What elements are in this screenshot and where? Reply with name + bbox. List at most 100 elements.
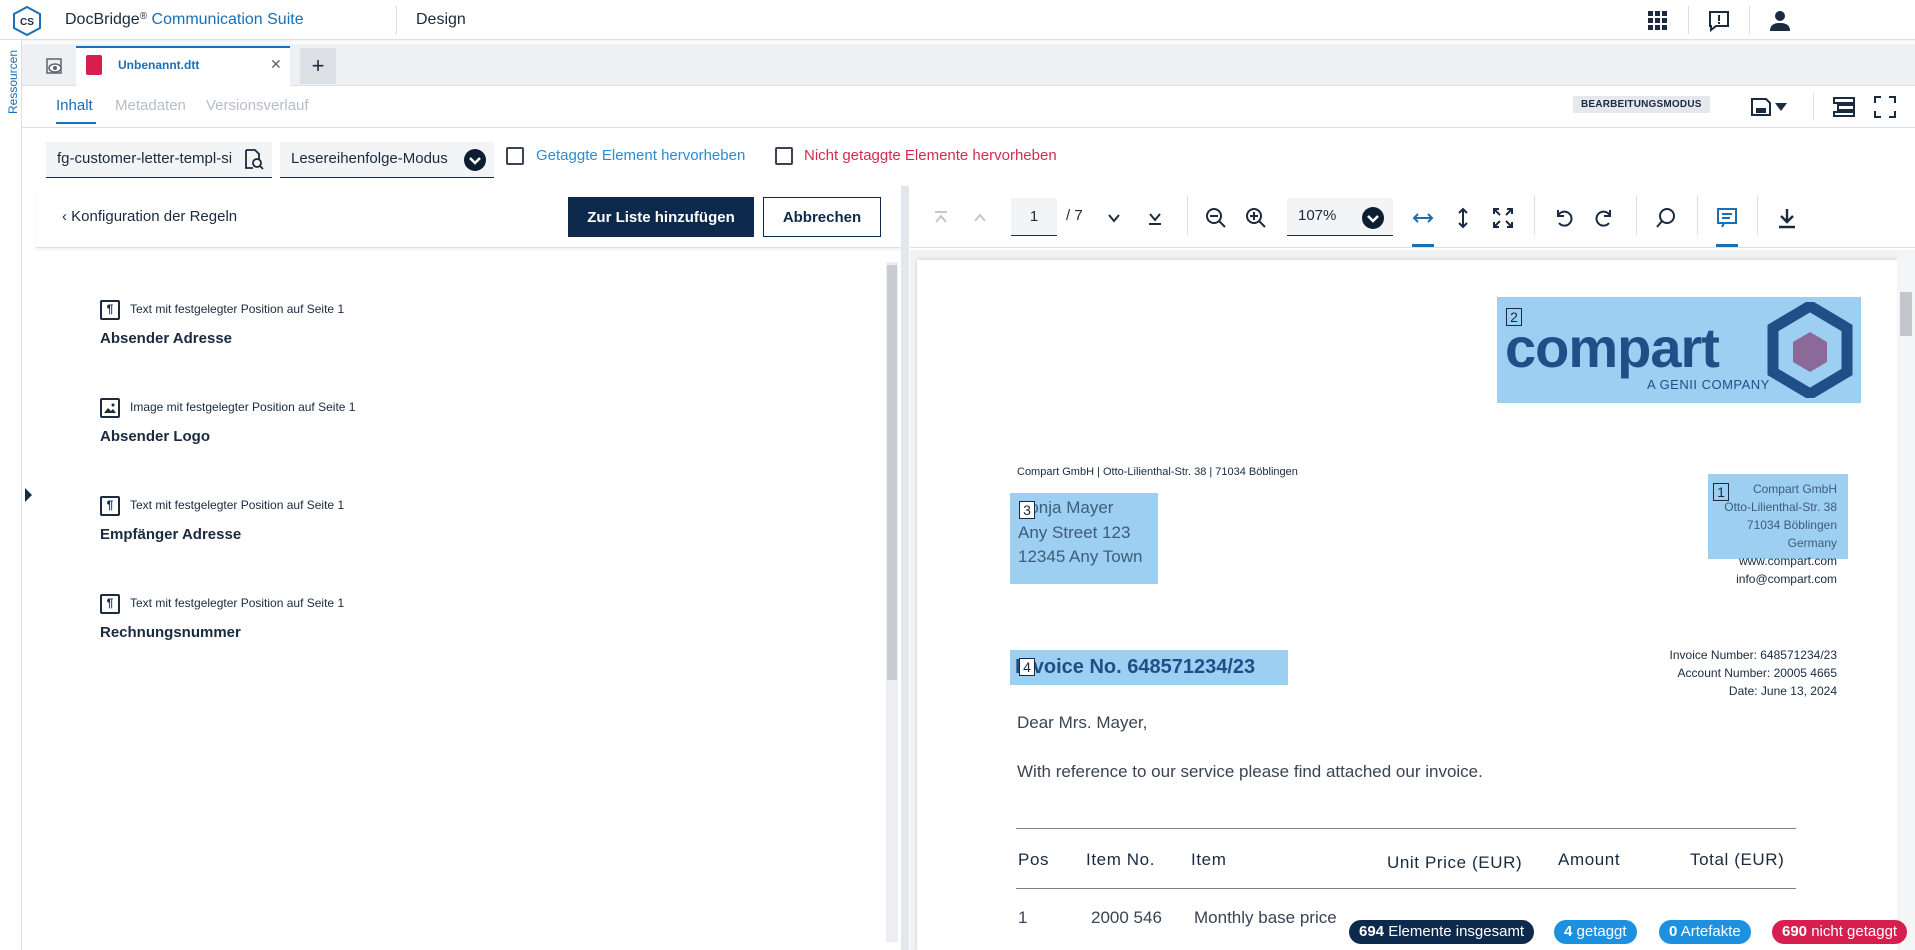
fit-width-icon[interactable] — [1410, 205, 1436, 231]
image-icon — [100, 398, 120, 418]
recipient-line: Any Street 123 — [1018, 523, 1131, 542]
rule-item[interactable]: ¶ Text mit festgelegter Position auf Sei… — [100, 594, 700, 664]
fit-page-icon[interactable] — [1490, 205, 1516, 231]
tag-order-number: 2 — [1506, 308, 1522, 326]
invoice-meta-line: Invoice Number: 648571234/23 — [1669, 648, 1837, 662]
back-link[interactable]: ‹ Konfiguration der Regeln — [62, 208, 237, 225]
compart-hexagon-logo-icon — [1767, 299, 1853, 401]
template-filter-value[interactable]: fg-customer-letter-templ-si — [57, 150, 237, 167]
divider — [1757, 195, 1758, 235]
invoice-meta-line: Date: June 13, 2024 — [1728, 684, 1837, 698]
chevron-down-icon[interactable] — [464, 149, 486, 171]
rotate-left-icon[interactable] — [1551, 205, 1577, 231]
zoom-out-icon[interactable] — [1203, 205, 1229, 231]
download-icon[interactable] — [1774, 205, 1800, 231]
chevron-down-icon — [1775, 103, 1787, 111]
search-icon[interactable] — [1653, 205, 1679, 231]
tab-versionsverlauf[interactable]: Versionsverlauf — [206, 97, 309, 114]
table-cell: 1 — [1018, 908, 1028, 927]
table-rule — [1016, 888, 1796, 889]
tab-inhalt[interactable]: Inhalt — [56, 97, 93, 114]
file-search-icon[interactable] — [242, 148, 264, 170]
save-dropdown-button[interactable] — [1750, 95, 1794, 119]
reading-mode-value[interactable]: Lesereihenfolge-Modus — [291, 150, 448, 167]
document-file-icon — [86, 55, 102, 75]
add-to-list-button[interactable]: Zur Liste hinzufügen — [568, 197, 754, 237]
divider — [1697, 195, 1698, 235]
sender-return-address: Compart GmbH | Otto-Lilienthal-Str. 38 |… — [1017, 466, 1298, 478]
first-page-icon[interactable] — [928, 205, 954, 231]
tag-order-number: 1 — [1713, 483, 1729, 501]
rule-item[interactable]: ¶ Text mit festgelegter Position auf Sei… — [100, 496, 700, 566]
paragraph-icon: ¶ — [100, 300, 120, 320]
divider — [1534, 195, 1535, 235]
table-cell: 2000 546 — [1091, 908, 1162, 927]
recipient-line: 12345 Any Town — [1018, 547, 1143, 566]
rule-subtitle: Image mit festgelegter Position auf Seit… — [130, 400, 356, 414]
user-icon[interactable] — [1767, 8, 1793, 34]
resources-rail-label[interactable]: Ressourcen — [6, 47, 20, 117]
divider — [1688, 6, 1689, 34]
tab-document-label[interactable]: Unbenannt.dtt — [118, 58, 199, 72]
fullscreen-icon[interactable] — [1873, 95, 1897, 122]
company-line: Germany — [1787, 536, 1837, 550]
app-logo-icon: CS — [12, 5, 42, 37]
highlight-tagged-label[interactable]: Getaggte Element hervorheben — [536, 147, 745, 164]
previous-page-icon[interactable] — [967, 205, 993, 231]
divider — [1749, 6, 1750, 34]
layout-icon[interactable] — [1832, 95, 1856, 122]
highlight-untagged-checkbox[interactable] — [775, 147, 793, 165]
feedback-icon[interactable] — [1706, 8, 1732, 34]
table-header-cell: Unit Price (EUR) — [1387, 853, 1523, 872]
table-header-cell: Item — [1191, 850, 1227, 869]
table-rule — [1016, 828, 1796, 829]
artifacts-count-badge: 0 Artefakte — [1659, 920, 1751, 944]
preview-icon[interactable] — [40, 52, 70, 82]
greeting: Dear Mrs. Mayer, — [1017, 713, 1148, 732]
add-tab-button[interactable]: + — [300, 48, 336, 84]
tags-panel-icon[interactable] — [1714, 205, 1740, 231]
next-page-icon[interactable] — [1101, 205, 1127, 231]
viewer-scrollbar-thumb[interactable] — [1900, 292, 1912, 336]
viewer-scrollbar[interactable] — [1897, 250, 1915, 950]
invoice-meta-line: Account Number: 20005 4665 — [1677, 666, 1837, 680]
rotate-right-icon[interactable] — [1591, 205, 1617, 231]
divider — [1187, 195, 1188, 235]
compart-logo-word: compart — [1505, 316, 1720, 379]
active-tab-indicator — [56, 122, 96, 124]
zoom-in-icon[interactable] — [1243, 205, 1269, 231]
back-link-label[interactable]: Konfiguration der Regeln — [71, 208, 237, 225]
rule-item[interactable]: Image mit festgelegter Position auf Seit… — [100, 398, 700, 468]
page-number-input[interactable]: 1 — [1011, 198, 1057, 236]
intro-text: With reference to our service please fin… — [1017, 762, 1483, 781]
left-scrollbar-thumb[interactable] — [887, 265, 897, 680]
highlight-tagged-checkbox[interactable] — [506, 147, 524, 165]
company-line: Compart GmbH — [1752, 482, 1837, 496]
chevron-down-icon[interactable] — [1362, 207, 1384, 229]
tagged-count-badge: 4 getaggt — [1554, 920, 1637, 944]
table-header-cell: Amount — [1558, 850, 1621, 869]
total-elements-badge: 694 Elemente insgesamt — [1349, 920, 1535, 944]
fit-height-icon[interactable] — [1450, 205, 1476, 231]
table-header-cell: Pos — [1018, 850, 1050, 869]
zoom-value[interactable]: 107% — [1298, 207, 1336, 224]
paragraph-icon: ¶ — [100, 496, 120, 516]
close-tab-icon[interactable]: ✕ — [270, 56, 282, 73]
expand-arrow-icon[interactable] — [25, 488, 32, 502]
divider — [396, 6, 397, 34]
rule-item[interactable]: ¶ Text mit festgelegter Position auf Sei… — [100, 300, 700, 370]
tab-metadaten[interactable]: Metadaten — [115, 97, 186, 114]
svg-text:CS: CS — [20, 17, 34, 28]
active-indicator — [1412, 244, 1434, 247]
rule-title: Empfänger Adresse — [100, 526, 242, 543]
apps-grid-icon[interactable] — [1645, 8, 1671, 34]
cancel-button[interactable]: Abbrechen — [763, 197, 881, 237]
tag-order-number: 3 — [1019, 501, 1035, 519]
panel-splitter[interactable] — [901, 186, 909, 950]
untagged-count-badge: 690 nicht getaggt — [1772, 920, 1908, 944]
highlight-untagged-label[interactable]: Nicht getaggte Elemente hervorheben — [804, 147, 1057, 164]
chevron-left-icon: ‹ — [62, 208, 72, 225]
last-page-icon[interactable] — [1142, 205, 1168, 231]
company-line: Otto-Lilienthal-Str. 38 — [1724, 500, 1837, 514]
table-header-cell: Total (EUR) — [1690, 850, 1785, 869]
